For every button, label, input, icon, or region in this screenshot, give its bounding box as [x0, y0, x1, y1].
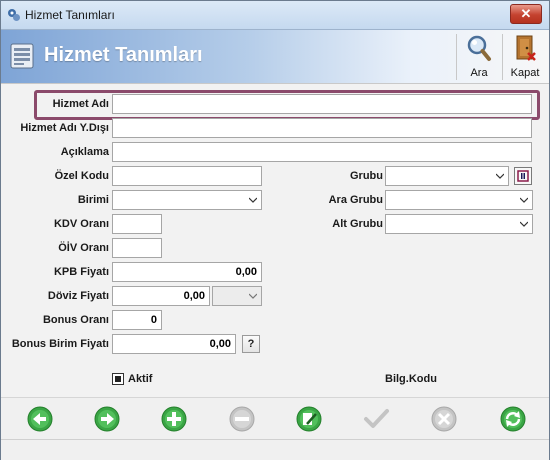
service-name-input[interactable]	[112, 94, 532, 114]
group-detail-button[interactable]	[514, 167, 532, 185]
info-code-label: Bilg.Kodu	[385, 373, 437, 385]
header: Hizmet Tanımları Ara Kapat	[1, 30, 549, 84]
lower-group-select[interactable]	[385, 214, 533, 234]
bonus-rate-input[interactable]	[112, 310, 162, 330]
close-form-button-label: Kapat	[510, 67, 540, 79]
service-name-foreign-input[interactable]	[112, 118, 532, 138]
magnifier-icon	[467, 35, 491, 61]
subgroup-select[interactable]	[385, 190, 533, 210]
special-code-input[interactable]	[112, 166, 262, 186]
kpb-price-input[interactable]	[112, 262, 262, 282]
plus-icon[interactable]	[160, 405, 188, 433]
check-icon[interactable]	[362, 405, 390, 433]
arrow-left-icon[interactable]	[26, 405, 54, 433]
kpb-price-label: KPB Fiyatı	[53, 266, 109, 278]
oiv-rate-label: ÖİV Oranı	[58, 242, 109, 254]
fx-price-input[interactable]	[112, 286, 210, 306]
title-bar: Hizmet Tanımları ✕	[1, 1, 549, 30]
service-name-foreign-label: Hizmet Adı Y.Dışı	[20, 122, 109, 134]
window: Hizmet Tanımları ✕ Hizmet Tanımları Ara	[0, 0, 550, 460]
oiv-rate-input[interactable]	[112, 238, 162, 258]
cancel-icon[interactable]	[430, 405, 458, 433]
fx-price-label: Döviz Fiyatı	[47, 290, 109, 302]
toolbar-separator	[502, 34, 503, 80]
app-icon	[8, 9, 20, 21]
close-button[interactable]: ✕	[510, 4, 542, 24]
status-bar	[1, 439, 549, 460]
close-form-button[interactable]: Kapat	[506, 32, 544, 82]
description-label: Açıklama	[60, 146, 109, 158]
door-exit-icon	[516, 35, 536, 61]
active-label: Aktif	[128, 373, 153, 385]
refresh-icon[interactable]	[499, 405, 527, 433]
bonus-unit-price-input[interactable]	[112, 334, 236, 354]
minus-icon[interactable]	[228, 405, 256, 433]
page-title: Hizmet Tanımları	[44, 44, 203, 66]
list-icon	[10, 43, 34, 69]
window-title: Hizmet Tanımları	[25, 8, 115, 22]
lower-group-label: Alt Grubu	[332, 218, 383, 230]
chevron-down-icon	[520, 221, 528, 227]
arrow-right-icon[interactable]	[93, 405, 121, 433]
vat-rate-label: KDV Oranı	[53, 218, 109, 230]
chevron-down-icon	[496, 173, 504, 179]
group-label: Grubu	[350, 170, 383, 182]
edit-icon[interactable]	[295, 405, 323, 433]
help-button[interactable]: ?	[242, 335, 260, 353]
service-form: Hizmet Adı Hizmet Adı Y.Dışı Açıklama Öz…	[1, 84, 549, 396]
special-code-label: Özel Kodu	[54, 170, 109, 182]
unit-select[interactable]	[112, 190, 262, 210]
search-button-label: Ara	[470, 67, 488, 79]
checkbox-mark	[115, 376, 121, 382]
chevron-down-icon	[520, 197, 528, 203]
bonus-rate-label: Bonus Oranı	[42, 314, 109, 326]
subgroup-label: Ara Grubu	[328, 194, 383, 206]
chevron-down-icon	[249, 197, 257, 203]
active-checkbox[interactable]	[112, 373, 124, 385]
service-name-label: Hizmet Adı	[52, 98, 109, 110]
pause-icon	[517, 170, 529, 182]
search-button[interactable]: Ara	[460, 32, 498, 82]
toolbar-separator	[456, 34, 457, 80]
navigation-bar	[1, 397, 549, 440]
chevron-down-icon	[249, 293, 257, 299]
unit-label: Birimi	[77, 194, 109, 206]
bonus-unit-price-label: Bonus Birim Fiyatı	[11, 338, 109, 350]
group-select[interactable]	[385, 166, 509, 186]
currency-select[interactable]	[212, 286, 262, 306]
vat-rate-input[interactable]	[112, 214, 162, 234]
description-input[interactable]	[112, 142, 532, 162]
